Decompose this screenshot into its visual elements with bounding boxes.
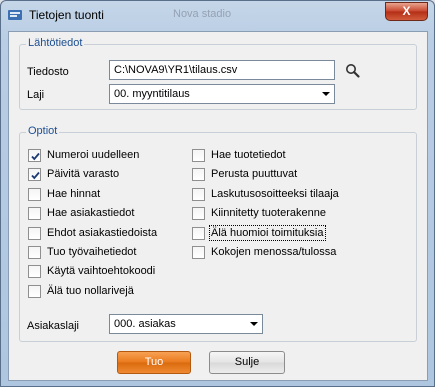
checkbox-unchecked[interactable] [28, 265, 41, 279]
order-type-value: 00. myyntitilaus [114, 88, 190, 100]
checkmark-icon [31, 172, 40, 180]
close-window-button[interactable]: X [385, 2, 428, 21]
window-title: Tietojen tuonti [29, 8, 104, 22]
option-label: Kiinnitetty tuoterakenne [211, 207, 326, 220]
option-label: Tuo työvaihetiedot [47, 246, 137, 258]
checkbox-unchecked[interactable] [192, 207, 205, 221]
type-label: Laji [27, 89, 45, 101]
option-label: Perusta puuttuvat [211, 168, 298, 181]
option-label: Laskutusosoitteeksi tilaaja [211, 187, 339, 200]
checkbox-unchecked[interactable] [192, 246, 205, 259]
options-legend: Optiot [26, 125, 60, 137]
file-path-input[interactable]: C:\NOVA9\YR1\tilaus.csv [109, 60, 335, 80]
chevron-down-icon [322, 92, 330, 96]
option-label: Ehdot asiakastiedoista [47, 226, 158, 239]
app-icon [8, 10, 22, 20]
option-label: Hae hinnat [47, 187, 101, 200]
checkbox-unchecked[interactable] [28, 246, 41, 259]
checkbox-unchecked[interactable] [192, 168, 205, 182]
import-dialog: Tietojen tuonti Nova stadio X Lähtötiedo… [0, 0, 435, 387]
option-label: Kokojen menossa/tulossa [211, 246, 337, 258]
checkbox-checked[interactable] [28, 149, 41, 162]
title-bar[interactable]: Tietojen tuonti Nova stadio X [1, 1, 434, 31]
checkbox-unchecked[interactable] [28, 207, 41, 221]
option-label: Älä huomioi toimituksia [209, 224, 326, 241]
checkbox-unchecked[interactable] [192, 226, 205, 240]
search-icon[interactable] [344, 62, 362, 80]
checkbox-unchecked[interactable] [192, 187, 205, 201]
customer-type-label: Asiakaslaji [27, 320, 79, 332]
order-type-select[interactable]: 00. myyntitilaus [109, 84, 335, 104]
checkmark-icon [31, 152, 40, 161]
option-label: Numeroi uudelleen [47, 149, 140, 161]
checkbox-unchecked[interactable] [28, 187, 41, 201]
dialog-body: Lähtötiedot Tiedosto C:\NOVA9\YR1\tilaus… [8, 31, 428, 381]
checkbox-unchecked[interactable] [192, 149, 205, 162]
option-label: Hae asiakastiedot [47, 207, 135, 220]
checkbox-unchecked[interactable] [28, 284, 41, 298]
customer-type-value: 000. asiakas [114, 318, 176, 330]
option-label: Hae tuotetiedot [211, 149, 286, 161]
option-label: Päivitä varasto [47, 168, 120, 181]
import-button[interactable]: Tuo [117, 351, 191, 374]
background-window-tab: Nova stadio [131, 4, 331, 26]
checkbox-unchecked[interactable] [28, 226, 41, 240]
chevron-down-icon [250, 322, 258, 326]
close-button[interactable]: Sulje [209, 351, 285, 374]
customer-type-select[interactable]: 000. asiakas [109, 314, 263, 334]
option-label: Älä tuo nollarivejä [47, 284, 134, 297]
option-label: Käytä vaihtoehtokoodi [47, 265, 156, 278]
source-legend: Lähtötiedot [26, 37, 85, 49]
background-window-title: Nova stadio [173, 8, 232, 20]
file-label: Tiedosto [27, 66, 69, 78]
checkbox-checked[interactable] [28, 168, 41, 182]
